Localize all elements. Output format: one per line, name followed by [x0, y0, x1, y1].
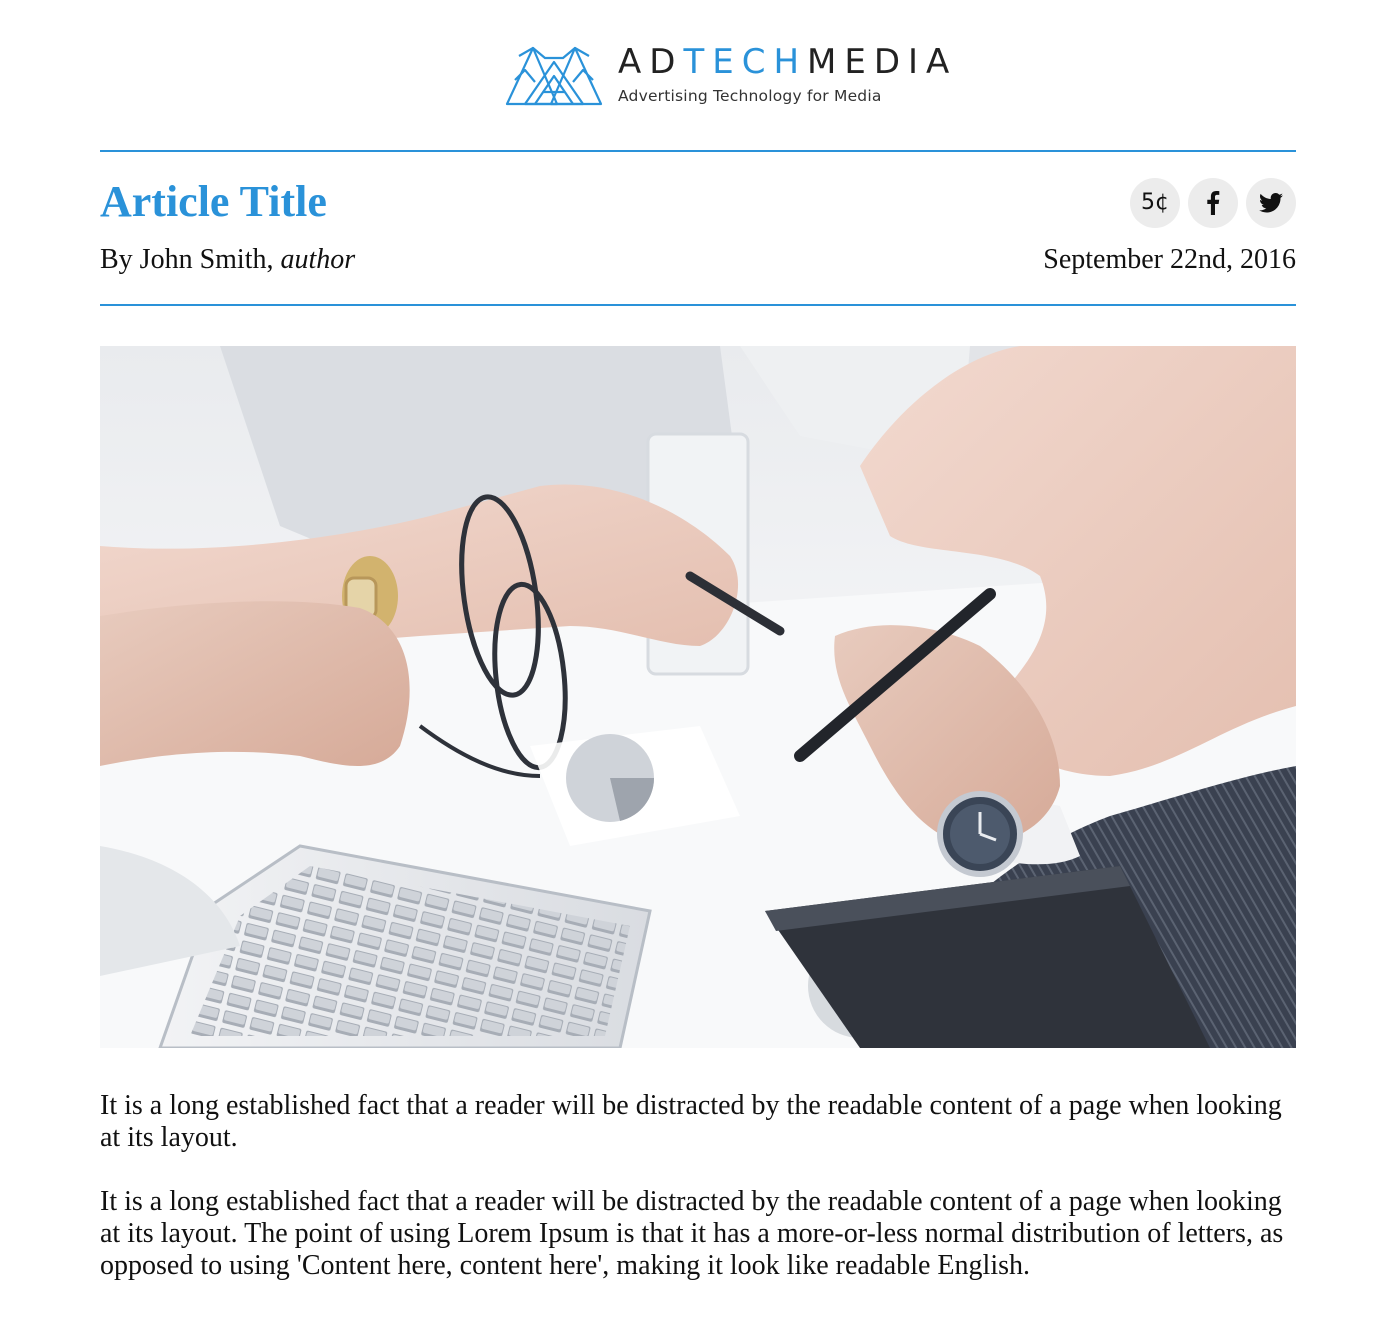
article-paragraph: It is a long established fact that a rea…: [100, 1186, 1284, 1281]
tip-button[interactable]: 5¢: [1130, 178, 1180, 228]
twitter-icon: [1259, 193, 1283, 213]
article-date: September 22nd, 2016: [1043, 244, 1296, 275]
business-meeting-photo: [100, 346, 1296, 1048]
site-header: ADTECHMEDIA Advertising Technology for M…: [0, 38, 1395, 118]
brand-logo[interactable]: ADTECHMEDIA Advertising Technology for M…: [505, 38, 949, 114]
article-paragraph: It is a long established fact that a rea…: [100, 1090, 1282, 1153]
brand-wordmark: ADTECHMEDIA: [618, 42, 958, 82]
twitter-share-button[interactable]: [1246, 178, 1296, 228]
byline-author: By John Smith,: [100, 244, 281, 275]
article-byline: By John Smith, author: [100, 244, 355, 276]
facebook-share-button[interactable]: [1188, 178, 1238, 228]
article-title: Article Title: [100, 177, 327, 226]
byline-role: author: [280, 244, 356, 275]
header-divider-bottom: [100, 304, 1296, 306]
facebook-icon: [1207, 191, 1220, 215]
tip-label: 5¢: [1141, 190, 1169, 215]
hero-image: [100, 346, 1296, 1048]
logo-mark-icon: [505, 46, 603, 106]
article-body: It is a long established fact that a rea…: [100, 1090, 1296, 1314]
share-buttons: 5¢: [1130, 178, 1296, 228]
brand-tagline: Advertising Technology for Media: [618, 87, 882, 105]
header-divider-top: [100, 150, 1296, 152]
